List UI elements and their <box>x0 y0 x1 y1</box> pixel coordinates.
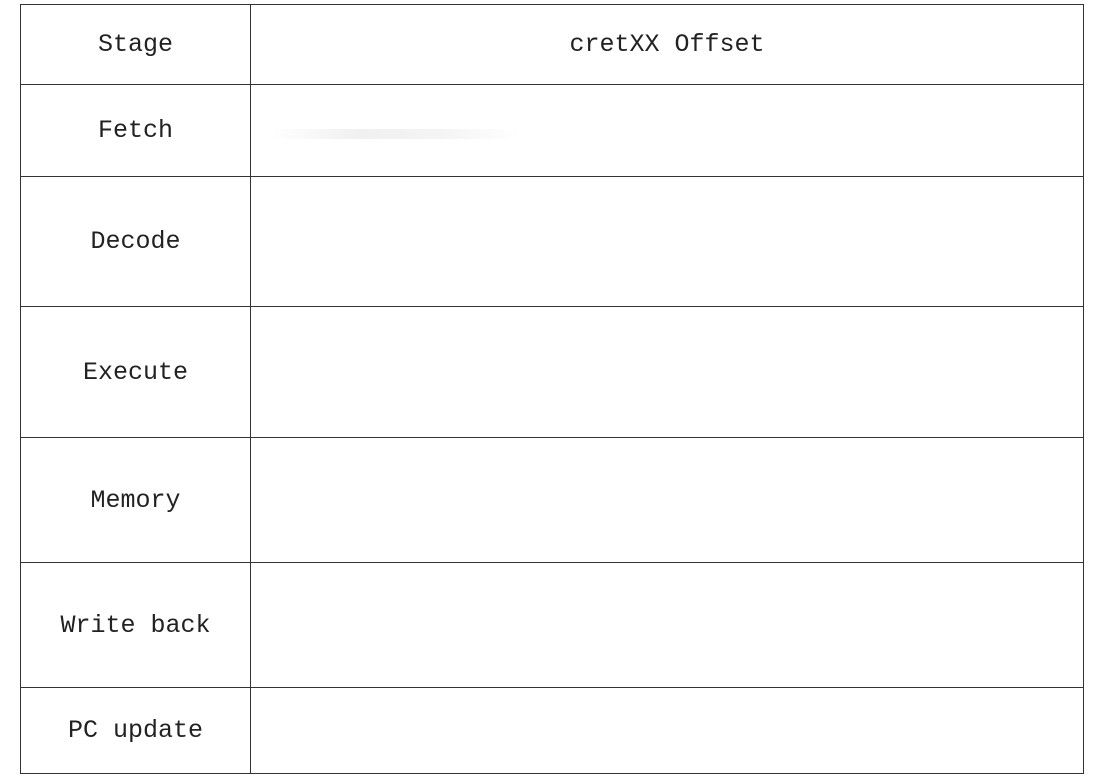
faint-smudge <box>271 129 521 139</box>
stage-cell-decode: Decode <box>20 176 251 307</box>
offset-column-header: cretXX Offset <box>250 4 1084 85</box>
table-row: Fetch <box>20 84 1084 177</box>
stage-cell-pc-update: PC update <box>20 687 251 774</box>
value-cell-memory <box>250 437 1084 563</box>
value-cell-write-back <box>250 562 1084 688</box>
value-cell-fetch <box>250 84 1084 177</box>
stage-cell-fetch: Fetch <box>20 84 251 177</box>
header-row: Stage cretXX Offset <box>20 4 1084 85</box>
value-cell-execute <box>250 306 1084 438</box>
table-row: Decode <box>20 176 1084 307</box>
stage-cell-write-back: Write back <box>20 562 251 688</box>
table-row: PC update <box>20 687 1084 774</box>
stage-cell-execute: Execute <box>20 306 251 438</box>
value-cell-decode <box>250 176 1084 307</box>
stage-column-header: Stage <box>20 4 251 85</box>
table-row: Memory <box>20 437 1084 563</box>
stage-cell-memory: Memory <box>20 437 251 563</box>
table-row: Write back <box>20 562 1084 688</box>
stage-table: Stage cretXX Offset Fetch Decode Execute… <box>20 4 1084 774</box>
value-cell-pc-update <box>250 687 1084 774</box>
table-row: Execute <box>20 306 1084 438</box>
